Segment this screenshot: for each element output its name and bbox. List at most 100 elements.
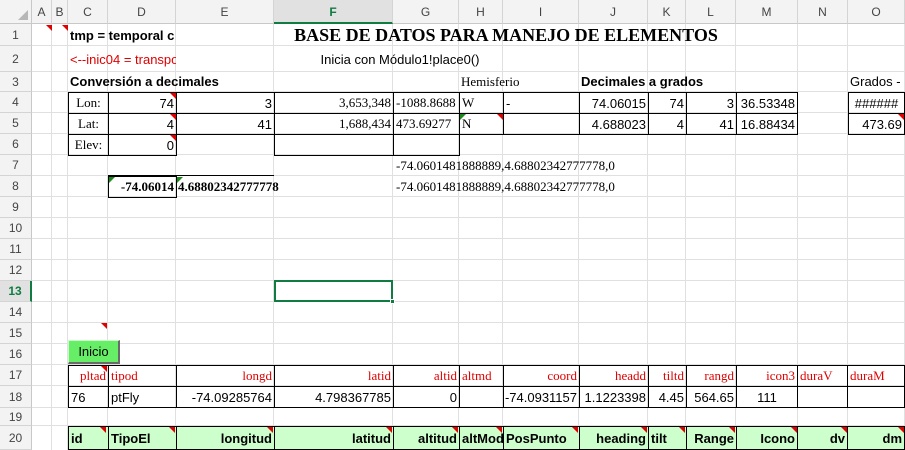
cell-e18[interactable]: -74.09285764: [176, 386, 275, 408]
cell-f6[interactable]: [274, 134, 394, 156]
row-header-17[interactable]: 17: [0, 365, 32, 386]
column-header-c[interactable]: C: [68, 0, 108, 24]
cell-f2[interactable]: Inicia con Módulo1!place0(): [300, 47, 500, 71]
cell-j17[interactable]: headd: [579, 365, 649, 387]
row-header-12[interactable]: 12: [0, 260, 32, 281]
cell-m4[interactable]: 36.53348: [736, 92, 798, 114]
comment-indicator-icon[interactable]: [898, 114, 904, 120]
cell-f18[interactable]: 4.798367785: [274, 386, 394, 408]
cell-n17[interactable]: duraV: [797, 365, 848, 387]
cell-d4[interactable]: 74: [108, 92, 177, 114]
column-header-d[interactable]: D: [108, 0, 176, 24]
column-header-n[interactable]: N: [798, 0, 848, 24]
error-indicator-icon[interactable]: [460, 114, 466, 120]
comment-indicator-icon[interactable]: [729, 427, 735, 433]
cell-f20[interactable]: latitud: [274, 426, 394, 450]
row-header-6[interactable]: 6: [0, 134, 32, 155]
comment-indicator-icon[interactable]: [170, 135, 176, 141]
comment-indicator-icon[interactable]: [841, 427, 847, 433]
cell-d20[interactable]: TipoEl: [108, 426, 177, 450]
cell-j4[interactable]: 74.06015: [579, 92, 649, 114]
row-header-4[interactable]: 4: [0, 92, 32, 113]
row-header-15[interactable]: 15: [0, 323, 32, 344]
cell-e17[interactable]: longd: [176, 365, 275, 387]
cell-d17[interactable]: tipod: [108, 365, 177, 387]
cell-i17[interactable]: coord: [503, 365, 580, 387]
sheet-title[interactable]: BASE DE DATOS PARA MANEJO DE ELEMENTOS: [276, 25, 736, 45]
cell-c1[interactable]: tmp = temporal c: [68, 25, 176, 45]
cell-j3[interactable]: Decimales a grados: [579, 72, 739, 91]
row-header-16[interactable]: 16: [0, 344, 32, 365]
comment-indicator-icon[interactable]: [46, 25, 52, 31]
cell-e4[interactable]: 3: [176, 92, 275, 114]
cell-o5[interactable]: 473.69: [848, 113, 905, 135]
row-header-1[interactable]: 1: [0, 24, 32, 46]
cell-h3[interactable]: Hemisferio: [459, 72, 559, 91]
column-header-j[interactable]: J: [579, 0, 648, 24]
fill-handle[interactable]: [390, 299, 395, 304]
row-header-9[interactable]: 9: [0, 197, 32, 218]
cell-i20[interactable]: PosPunto: [503, 426, 580, 450]
cell-m17[interactable]: icon3: [736, 365, 798, 387]
cell-o17[interactable]: duraM: [847, 365, 905, 387]
row-header-2[interactable]: 2: [0, 46, 32, 72]
cell-o18[interactable]: [847, 386, 905, 408]
row-header-13[interactable]: 13: [0, 281, 32, 302]
cell-g18[interactable]: 0: [393, 386, 460, 408]
cell-e8[interactable]: 4.68802342777778: [176, 176, 376, 197]
column-header-h[interactable]: H: [459, 0, 503, 24]
cell-g17[interactable]: altid: [393, 365, 460, 387]
cell-l17[interactable]: rangd: [686, 365, 737, 387]
row-header-14[interactable]: 14: [0, 302, 32, 323]
cell-c3[interactable]: Conversión a decimales: [68, 72, 268, 91]
cell-o4[interactable]: ######: [848, 92, 905, 114]
cell-e20[interactable]: longitud: [176, 426, 275, 450]
column-header-i[interactable]: I: [503, 0, 579, 24]
row-header-3[interactable]: 3: [0, 72, 32, 92]
column-header-b[interactable]: B: [52, 0, 68, 24]
comment-indicator-icon[interactable]: [386, 427, 392, 433]
cell-m20[interactable]: Icono: [736, 426, 798, 450]
comment-indicator-icon[interactable]: [572, 427, 578, 433]
comment-indicator-icon[interactable]: [170, 114, 176, 120]
cell-g4[interactable]: -1088.8688: [393, 92, 460, 114]
cell-g20[interactable]: altitud: [393, 426, 460, 450]
cell-n18[interactable]: [797, 386, 848, 408]
error-indicator-icon[interactable]: [177, 177, 183, 183]
cell-o20[interactable]: dm: [847, 426, 905, 450]
cell-d8[interactable]: -74.06014: [108, 176, 177, 198]
cell-j5[interactable]: 4.688023: [579, 113, 649, 135]
comment-indicator-icon[interactable]: [100, 427, 106, 433]
error-indicator-icon[interactable]: [109, 177, 115, 183]
cell-l5[interactable]: 41: [686, 113, 737, 135]
cell-g8[interactable]: -74.0601481888889,4.68802342777778,0: [394, 176, 694, 197]
cell-c5[interactable]: Lat:: [68, 113, 109, 135]
cell-l18[interactable]: 564.65: [686, 386, 737, 408]
comment-indicator-icon[interactable]: [267, 427, 273, 433]
cell-i18[interactable]: -74.0931157: [503, 386, 580, 408]
cell-d18[interactable]: ptFly: [108, 386, 177, 408]
row-header-20[interactable]: 20: [0, 426, 32, 450]
comment-indicator-icon[interactable]: [62, 25, 68, 31]
cell-c18[interactable]: 76: [68, 386, 109, 408]
cell-g6[interactable]: [393, 134, 460, 156]
cell-k4[interactable]: 74: [648, 92, 687, 114]
cell-i4[interactable]: -: [503, 92, 580, 114]
column-header-g[interactable]: G: [393, 0, 459, 24]
row-header-11[interactable]: 11: [0, 239, 32, 260]
column-header-a[interactable]: A: [32, 0, 52, 24]
cell-k17[interactable]: tiltd: [648, 365, 687, 387]
row-header-8[interactable]: 8: [0, 176, 32, 197]
cell-m5[interactable]: 16.88434: [736, 113, 798, 135]
row-header-5[interactable]: 5: [0, 113, 32, 134]
column-header-f[interactable]: F: [274, 0, 393, 24]
cell-l4[interactable]: 3: [686, 92, 737, 114]
row-header-7[interactable]: 7: [0, 155, 32, 176]
cell-d6[interactable]: 0: [108, 134, 177, 156]
cell-g5[interactable]: 473.69277: [393, 113, 460, 135]
cell-j20[interactable]: heading: [579, 426, 649, 450]
cell-m18[interactable]: 111: [736, 386, 798, 408]
comment-indicator-icon[interactable]: [170, 93, 176, 99]
comment-indicator-icon[interactable]: [679, 427, 685, 433]
cell-c6[interactable]: Elev:: [68, 134, 109, 156]
